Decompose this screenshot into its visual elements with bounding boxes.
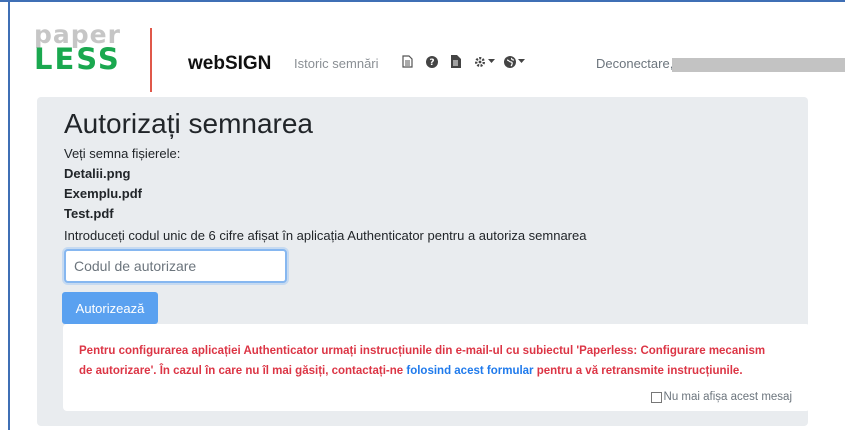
authorization-panel: Autorizați semnarea Veți semna fișierele…: [37, 97, 810, 426]
page-title: Autorizați semnarea: [64, 108, 314, 139]
toolbar-icons: ?: [402, 55, 530, 68]
nav-link-history[interactable]: Istoric semnări: [294, 56, 379, 71]
file-item: Detalii.png: [64, 166, 131, 181]
brand-websign[interactable]: webSIGN: [188, 53, 271, 75]
chevron-down-icon: [518, 59, 525, 63]
navbar: paper LESS webSIGN Istoric semnări ? Dec…: [10, 2, 845, 92]
authorize-button[interactable]: Autorizează: [62, 292, 158, 324]
svg-text:?: ?: [429, 58, 434, 68]
globe-icon[interactable]: [504, 55, 530, 68]
alert-text-end: pentru a vă retransmite instrucțiunile.: [533, 365, 743, 377]
alert-message: Pentru configurarea aplicației Authentic…: [79, 341, 769, 381]
redacted-username: [672, 58, 845, 72]
contact-form-link[interactable]: folosind acest formular: [406, 365, 533, 377]
checkbox-box[interactable]: [650, 391, 662, 403]
logo-divider: [150, 28, 152, 92]
logo-less-text: LESS: [34, 42, 121, 76]
paperless-logo[interactable]: paper LESS: [34, 22, 121, 74]
settings-icon[interactable]: [474, 56, 500, 68]
files-intro: Veți semna fișierele:: [64, 146, 181, 161]
help-icon[interactable]: ?: [426, 55, 450, 68]
document-icon[interactable]: [402, 55, 426, 68]
chevron-down-icon: [488, 59, 495, 63]
dismiss-label: Nu mai afișa acest mesaj: [663, 391, 792, 403]
authorization-code-input[interactable]: [64, 249, 287, 283]
setup-alert: Pentru configurarea aplicației Authentic…: [63, 324, 810, 411]
logout-link[interactable]: Deconectare,: [596, 56, 673, 71]
dismiss-message-checkbox[interactable]: Nu mai afișa acest mesaj: [650, 391, 792, 403]
file-icon[interactable]: [450, 55, 474, 68]
file-item: Test.pdf: [64, 206, 114, 221]
file-item: Exemplu.pdf: [64, 186, 143, 201]
file-list: Detalii.png Exemplu.pdf Test.pdf: [64, 166, 142, 226]
code-instructions: Introduceți codul unic de 6 cifre afișat…: [64, 228, 587, 243]
